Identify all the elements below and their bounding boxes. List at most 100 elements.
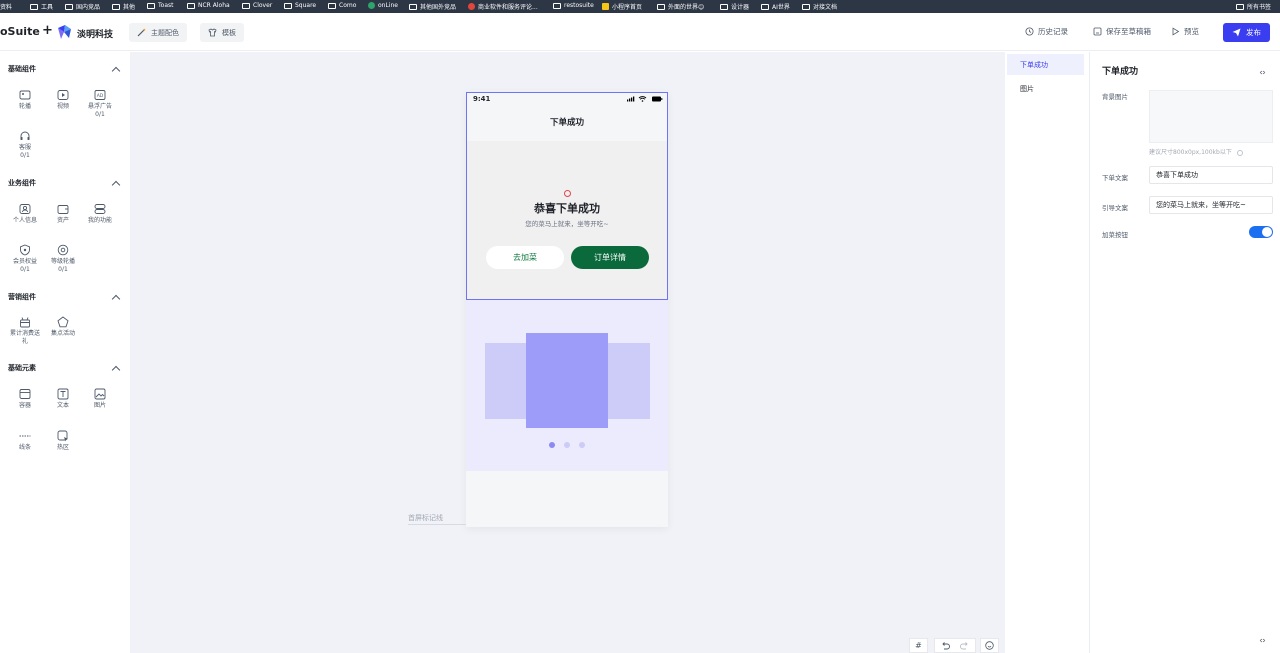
bookmark-item[interactable]: 所有书签 bbox=[1236, 2, 1271, 11]
component-hotspot[interactable]: 热区 bbox=[47, 430, 79, 452]
status-time: 9:41 bbox=[473, 95, 491, 103]
publish-button[interactable]: 发布 bbox=[1223, 23, 1270, 42]
bookmark-label: Clover bbox=[253, 2, 273, 9]
component-profile[interactable]: 个人信息 bbox=[9, 203, 41, 225]
first-screen-line bbox=[408, 524, 466, 525]
image-carousel[interactable] bbox=[466, 300, 668, 471]
bookmark-item[interactable]: Toast bbox=[147, 2, 173, 9]
bookmark-item[interactable]: 商业软件和服务评论... bbox=[468, 2, 538, 11]
chevron-up-icon[interactable] bbox=[111, 180, 121, 190]
chevron-up-icon[interactable] bbox=[111, 66, 121, 76]
bookmark-item[interactable]: 工具 bbox=[30, 2, 53, 11]
bookmark-item[interactable]: NCR Aloha bbox=[187, 2, 230, 9]
component-floating-ad[interactable]: AD 悬浮广告 0/1 bbox=[84, 89, 116, 119]
guide-text-input[interactable]: 您的菜马上就来，坐等开吃~ bbox=[1149, 196, 1273, 214]
collapse-icon[interactable] bbox=[1259, 69, 1266, 76]
component-text[interactable]: 文本 bbox=[47, 388, 79, 410]
bookmark-item[interactable]: Clover bbox=[242, 2, 272, 9]
component-label: 我的功能 bbox=[87, 217, 112, 224]
bookmark-item[interactable]: 外面的世界😊 bbox=[657, 2, 704, 11]
expand-icon[interactable] bbox=[1259, 637, 1266, 644]
component-label: 会员权益 bbox=[12, 258, 37, 265]
component-video[interactable]: 视频 bbox=[47, 89, 79, 111]
bg-image-upload[interactable] bbox=[1149, 90, 1273, 143]
component-image[interactable]: 图片 bbox=[84, 388, 116, 410]
bookmark-label: AI世界 bbox=[772, 4, 790, 11]
shield-icon bbox=[20, 244, 30, 256]
save-draft-label: 保存至草稿箱 bbox=[1106, 27, 1151, 36]
folder-icon bbox=[187, 2, 195, 9]
info-icon[interactable] bbox=[1236, 149, 1243, 156]
layer-item-order-success[interactable]: 下单成功 bbox=[1007, 54, 1084, 75]
add-dish-button[interactable]: 去加菜 bbox=[486, 246, 564, 269]
order-detail-button[interactable]: 订单详情 bbox=[571, 246, 649, 269]
bookmark-label: 对接文档 bbox=[813, 4, 838, 11]
line-icon bbox=[19, 435, 31, 437]
component-spend-gift[interactable]: 累计消费送礼 bbox=[9, 316, 41, 346]
bookmark-item[interactable]: 其他国外竞品 bbox=[409, 2, 456, 11]
undo-redo-group bbox=[934, 638, 976, 653]
history-icon bbox=[1025, 27, 1034, 36]
chevron-up-icon[interactable] bbox=[111, 294, 121, 304]
component-point-activity[interactable]: 集点活动 bbox=[47, 316, 79, 338]
component-customer-service[interactable]: 客服 0/1 bbox=[9, 130, 41, 160]
bookmark-item[interactable]: Como bbox=[328, 2, 356, 9]
component-carousel[interactable]: 轮播 bbox=[9, 89, 41, 111]
carousel-dot[interactable] bbox=[564, 442, 570, 448]
undo-icon[interactable] bbox=[941, 641, 950, 650]
gift-icon bbox=[20, 317, 30, 328]
component-my-functions[interactable]: 我的功能 bbox=[84, 203, 116, 225]
component-assets[interactable]: 资产 bbox=[47, 203, 79, 225]
bookmark-item[interactable]: 设计器 bbox=[720, 2, 749, 11]
grid-button[interactable]: # bbox=[909, 638, 928, 653]
component-level-carousel[interactable]: 等级轮播 0/1 bbox=[47, 244, 79, 274]
send-icon bbox=[1232, 28, 1241, 37]
component-count: 0/1 bbox=[95, 111, 105, 118]
bookmark-item[interactable]: 资料 bbox=[0, 2, 12, 11]
bookmark-item[interactable]: 其他 bbox=[112, 2, 135, 11]
bookmark-item[interactable]: 小程序首页 bbox=[602, 2, 642, 11]
bookmark-label: 其他国外竞品 bbox=[420, 4, 457, 11]
folder-icon bbox=[284, 2, 292, 9]
component-container[interactable]: 容器 bbox=[9, 388, 41, 410]
template-button[interactable]: 模板 bbox=[200, 23, 244, 42]
component-line[interactable]: 线条 bbox=[9, 430, 41, 452]
bookmark-item[interactable]: AI世界 bbox=[761, 2, 790, 11]
carousel-dot[interactable] bbox=[579, 442, 585, 448]
carousel-dot-active[interactable] bbox=[549, 442, 555, 448]
redo-icon[interactable] bbox=[960, 641, 969, 650]
bookmark-item[interactable]: onLine bbox=[368, 2, 398, 9]
bookmark-item[interactable]: 对接文档 bbox=[802, 2, 837, 11]
success-title: 恭喜下单成功 bbox=[534, 202, 600, 215]
save-draft-button[interactable]: 保存至草稿箱 bbox=[1093, 26, 1151, 37]
success-subtitle: 您的菜马上就来，坐等开吃~ bbox=[525, 220, 609, 228]
user-card-icon bbox=[19, 204, 31, 214]
component-count: 0/1 bbox=[20, 266, 30, 273]
preview-button[interactable]: 预览 bbox=[1171, 26, 1199, 37]
bookmark-item[interactable]: 国内竞品 bbox=[65, 2, 100, 11]
nav-title: 下单成功 bbox=[549, 118, 584, 128]
properties-panel: 下单成功 背景图片 建议尺寸800x0px,100kb以下 下单文案 恭喜下单成… bbox=[1091, 52, 1280, 653]
folder-icon bbox=[657, 3, 665, 10]
bookmark-label: 外面的世界😊 bbox=[668, 4, 705, 11]
text-icon bbox=[57, 388, 69, 400]
bookmark-label: 设计器 bbox=[731, 4, 750, 11]
add-button-toggle[interactable] bbox=[1249, 226, 1273, 238]
top-header: oSuite + 淡明科技 主题配色 模板 历史记录 保存至草稿箱 预览 发布 bbox=[0, 14, 1280, 51]
order-success-block[interactable]: 9:41 下单成功 恭喜下单成功 您的菜马上就来，坐等开吃~ 去加菜 订单详情 bbox=[466, 92, 668, 300]
site-icon bbox=[602, 3, 609, 10]
component-member-benefits[interactable]: 会员权益 0/1 bbox=[9, 244, 41, 274]
wallet-icon bbox=[57, 205, 69, 214]
chevron-up-icon[interactable] bbox=[111, 365, 121, 375]
bookmark-item[interactable]: restosuite bbox=[553, 2, 594, 9]
theme-color-button[interactable]: 主题配色 bbox=[129, 23, 187, 42]
history-button[interactable]: 历史记录 bbox=[1025, 26, 1068, 37]
preview-label: 预览 bbox=[1184, 27, 1199, 36]
layer-item-image[interactable]: 图片 bbox=[1007, 78, 1084, 99]
ad-icon: AD bbox=[94, 90, 106, 100]
order-text-input[interactable]: 恭喜下单成功 bbox=[1149, 166, 1273, 184]
help-button[interactable] bbox=[980, 638, 999, 653]
component-label: 轮播 bbox=[18, 103, 31, 110]
bookmark-item[interactable]: Square bbox=[284, 2, 316, 9]
container-icon bbox=[19, 389, 31, 399]
